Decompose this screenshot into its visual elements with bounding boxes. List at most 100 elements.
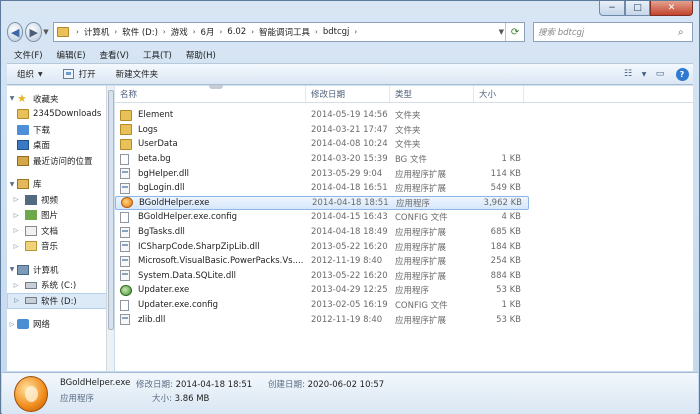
organize-button[interactable]: 组织 ▼ (7, 68, 53, 80)
file-name-cell: Microsoft.VisualBasic.PowerPacks.Vs.... (115, 255, 306, 267)
breadcrumb-item[interactable]: 6.02 (225, 27, 248, 37)
help-button[interactable]: ? (671, 65, 693, 83)
forward-arrow-icon: ▶ (29, 25, 38, 39)
file-row[interactable]: UserData 2014-04-08 10:24 文件夹 (115, 137, 693, 152)
nav-favorites[interactable]: ▼ ★ 收藏夹 (7, 91, 111, 107)
download-folder-icon (17, 124, 29, 135)
file-row[interactable]: Logs 2014-03-21 17:47 文件夹 (115, 123, 693, 138)
chevron-right-icon[interactable]: › (312, 28, 321, 36)
menu-tools[interactable]: 工具(T) (136, 49, 179, 61)
menu-bar: 文件(F) 编辑(E) 查看(V) 工具(T) 帮助(H) (7, 47, 693, 63)
search-input[interactable]: 搜索 bdtcgj ⌕ (533, 22, 694, 42)
breadcrumb-item[interactable]: bdtcgj (321, 27, 352, 37)
file-row[interactable]: bgHelper.dll 2013-05-29 9:04 应用程序扩展 114 KB (115, 166, 693, 181)
column-type[interactable]: 类型 (390, 86, 474, 102)
file-name-cell: System.Data.SQLite.dll (115, 270, 306, 282)
nav-item-music[interactable]: ▷ 音乐 (7, 239, 111, 255)
file-row[interactable]: Updater.exe 2013-04-29 12:25 应用程序 53 KB (115, 283, 693, 298)
breadcrumb-item[interactable]: 软件 (D:) (120, 26, 160, 38)
menu-help[interactable]: 帮助(H) (179, 49, 223, 61)
file-row[interactable]: BgTasks.dll 2014-04-18 18:49 应用程序扩展 685 KB (115, 225, 693, 240)
file-name: beta.bg (138, 154, 171, 165)
open-label: 打开 (78, 70, 96, 80)
nav-label: 最近访问的位置 (33, 156, 93, 167)
chevron-right-icon[interactable]: › (190, 28, 199, 36)
file-row[interactable]: Element 2014-05-19 14:56 文件夹 (115, 108, 693, 123)
menu-file[interactable]: 文件(F) (7, 49, 50, 61)
refresh-button[interactable]: ⟳ (505, 23, 524, 41)
forward-button[interactable]: ▶ (25, 22, 42, 42)
nav-item-desktop[interactable]: 桌面 (7, 138, 111, 154)
search-icon[interactable]: ⌕ (678, 27, 692, 38)
nav-item-pictures[interactable]: ▷ 图片 (7, 208, 111, 224)
expand-arrow-icon[interactable]: ▼ (7, 181, 17, 188)
menu-edit[interactable]: 编辑(E) (50, 49, 93, 61)
column-name[interactable]: 名称 (115, 86, 306, 102)
file-row[interactable]: Microsoft.VisualBasic.PowerPacks.Vs.... 2… (115, 254, 693, 269)
maximize-button[interactable]: □ (625, 1, 650, 16)
file-name: zlib.dll (138, 314, 166, 325)
back-button[interactable]: ◀ (7, 22, 24, 42)
recent-pages-dropdown[interactable]: ▼ (42, 28, 50, 36)
new-folder-button[interactable]: 新建文件夹 (106, 68, 169, 80)
nav-item-2345downloads[interactable]: 2345Downloads (7, 107, 111, 123)
file-row[interactable]: bgLogin.dll 2014-04-18 16:51 应用程序扩展 549 KB (115, 181, 693, 196)
chevron-right-icon[interactable]: › (73, 28, 82, 36)
drive-icon (25, 297, 37, 305)
details-filename: BGoldHelper.exe (60, 378, 131, 388)
refresh-icon: ⟳ (510, 26, 520, 38)
file-name-cell: bgHelper.dll (115, 168, 306, 180)
address-row: ◀ ▶ ▼ › 计算机 › 软件 (D:) › 游戏 › 6月 › 6.02 › 智能调词工具 › bd… (7, 21, 694, 43)
nav-item-drive-d[interactable]: ▷ 软件 (D:) (7, 293, 107, 309)
file-row[interactable]: System.Data.SQLite.dll 2013-05-22 16:20 应用… (115, 269, 693, 284)
nav-network[interactable]: ▷ 网络 (7, 317, 111, 333)
chevron-right-icon[interactable]: › (216, 28, 225, 36)
preview-pane-icon: ▭ (655, 69, 665, 79)
breadcrumb-item[interactable]: 智能调词工具 (257, 26, 312, 38)
chevron-right-icon[interactable]: › (351, 28, 360, 36)
file-row[interactable]: beta.bg 2014-03-20 15:39 BG 文件 1 KB (115, 152, 693, 167)
navigation-scrollbar[interactable] (106, 86, 114, 371)
file-row[interactable]: ICSharpCode.SharpZipLib.dll 2013-05-22 16… (115, 239, 693, 254)
column-date-modified[interactable]: 修改日期 (306, 86, 390, 102)
view-icon: ☷ (623, 69, 633, 79)
file-row[interactable]: Updater.exe.config 2013-02-05 16:19 CONFIG… (115, 298, 693, 313)
file-row[interactable]: BGoldHelper.exe.config 2014-04-15 16:43 CO… (115, 210, 693, 225)
view-options-button[interactable]: ☷ (617, 65, 639, 83)
column-size[interactable]: 大小 (474, 86, 524, 102)
library-icon (17, 179, 29, 190)
file-type: BG 文件 (395, 155, 427, 166)
file-name: bgLogin.dll (138, 183, 185, 194)
preview-pane-button[interactable]: ▭ (649, 65, 671, 83)
nav-item-documents[interactable]: ▷ 文档 (7, 223, 111, 239)
chevron-down-icon[interactable]: ▼ (499, 28, 504, 36)
file-size: 114 KB (490, 168, 521, 179)
nav-libraries[interactable]: ▼ 库 (7, 177, 111, 193)
file-date: 2013-02-05 16:19 (311, 300, 388, 311)
file-date: 2014-03-20 15:39 (311, 154, 388, 165)
file-row[interactable]: zlib.dll 2012-11-19 8:40 应用程序扩展 53 KB (115, 312, 693, 327)
breadcrumb-item[interactable]: 游戏 (169, 26, 190, 38)
file-row[interactable]: BGoldHelper.exe 2014-04-18 18:51 应用程序 3,962… (115, 195, 529, 211)
chevron-right-icon[interactable]: › (111, 28, 120, 36)
minimize-button[interactable]: − (599, 1, 625, 16)
expand-arrow-icon[interactable]: ▼ (7, 95, 17, 102)
nav-item-recent-places[interactable]: 最近访问的位置 (7, 153, 111, 169)
breadcrumb-item[interactable]: 计算机 (82, 26, 112, 38)
chevron-right-icon[interactable]: › (160, 28, 169, 36)
close-button[interactable]: ✕ (650, 1, 693, 16)
menu-view[interactable]: 查看(V) (93, 49, 136, 61)
nav-item-downloads[interactable]: 下载 (7, 122, 111, 138)
nav-item-drive-c[interactable]: ▷ 系统 (C:) (7, 278, 111, 294)
scrollbar-thumb[interactable] (108, 90, 114, 330)
view-dropdown[interactable]: ▼ (639, 65, 649, 83)
chevron-right-icon[interactable]: › (248, 28, 257, 36)
file-name: Microsoft.VisualBasic.PowerPacks.Vs.... (138, 256, 304, 267)
breadcrumb-item[interactable]: 6月 (199, 26, 217, 38)
open-button[interactable]: 打开 (53, 68, 106, 80)
address-bar[interactable]: › 计算机 › 软件 (D:) › 游戏 › 6月 › 6.02 › 智能调词工具 › bdtcgj › … (53, 22, 526, 42)
nav-computer[interactable]: ▼ 计算机 (7, 262, 111, 278)
expand-arrow-icon[interactable]: ▼ (7, 266, 17, 273)
nav-item-videos[interactable]: ▷ 视频 (7, 192, 111, 208)
nav-label: 系统 (C:) (41, 281, 77, 292)
